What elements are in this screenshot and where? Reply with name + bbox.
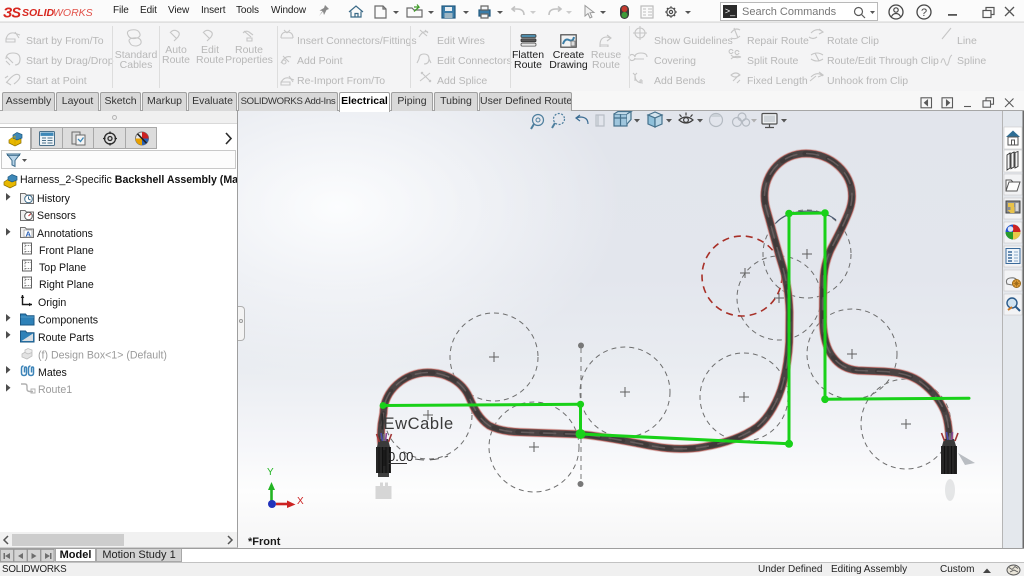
svg-text:*Front: *Front bbox=[248, 536, 281, 548]
svg-text:?: ? bbox=[921, 7, 927, 19]
svg-text:(f) Design Box<1> (Default): (f) Design Box<1> (Default) bbox=[38, 350, 167, 362]
svg-text:Harness_2-Specific Backshell A: Harness_2-Specific Backshell Assembly (M… bbox=[20, 174, 237, 186]
svg-text:Annotations: Annotations bbox=[37, 228, 93, 240]
svg-text:EwCable: EwCable bbox=[384, 415, 454, 433]
svg-text:A: A bbox=[26, 230, 32, 239]
svg-text:WORKS: WORKS bbox=[53, 7, 93, 19]
svg-text:0.00: 0.00 bbox=[388, 449, 413, 464]
svg-text:Route Parts: Route Parts bbox=[38, 332, 94, 344]
svg-text:Right Plane: Right Plane bbox=[39, 279, 94, 291]
svg-text:Top Plane: Top Plane bbox=[39, 262, 86, 274]
svg-text:Route1: Route1 bbox=[38, 384, 72, 396]
svg-text:Mates: Mates bbox=[38, 367, 67, 379]
svg-text:ЗS: ЗS bbox=[3, 6, 21, 21]
svg-text:History: History bbox=[37, 193, 71, 205]
svg-text:Components: Components bbox=[38, 315, 98, 327]
svg-text:Sensors: Sensors bbox=[37, 210, 76, 222]
svg-text:Y: Y bbox=[267, 467, 274, 478]
svg-text:X: X bbox=[297, 496, 304, 507]
svg-text:SOLID: SOLID bbox=[22, 7, 55, 19]
svg-text:Front Plane: Front Plane bbox=[39, 245, 94, 257]
svg-text:Origin: Origin bbox=[38, 297, 66, 309]
